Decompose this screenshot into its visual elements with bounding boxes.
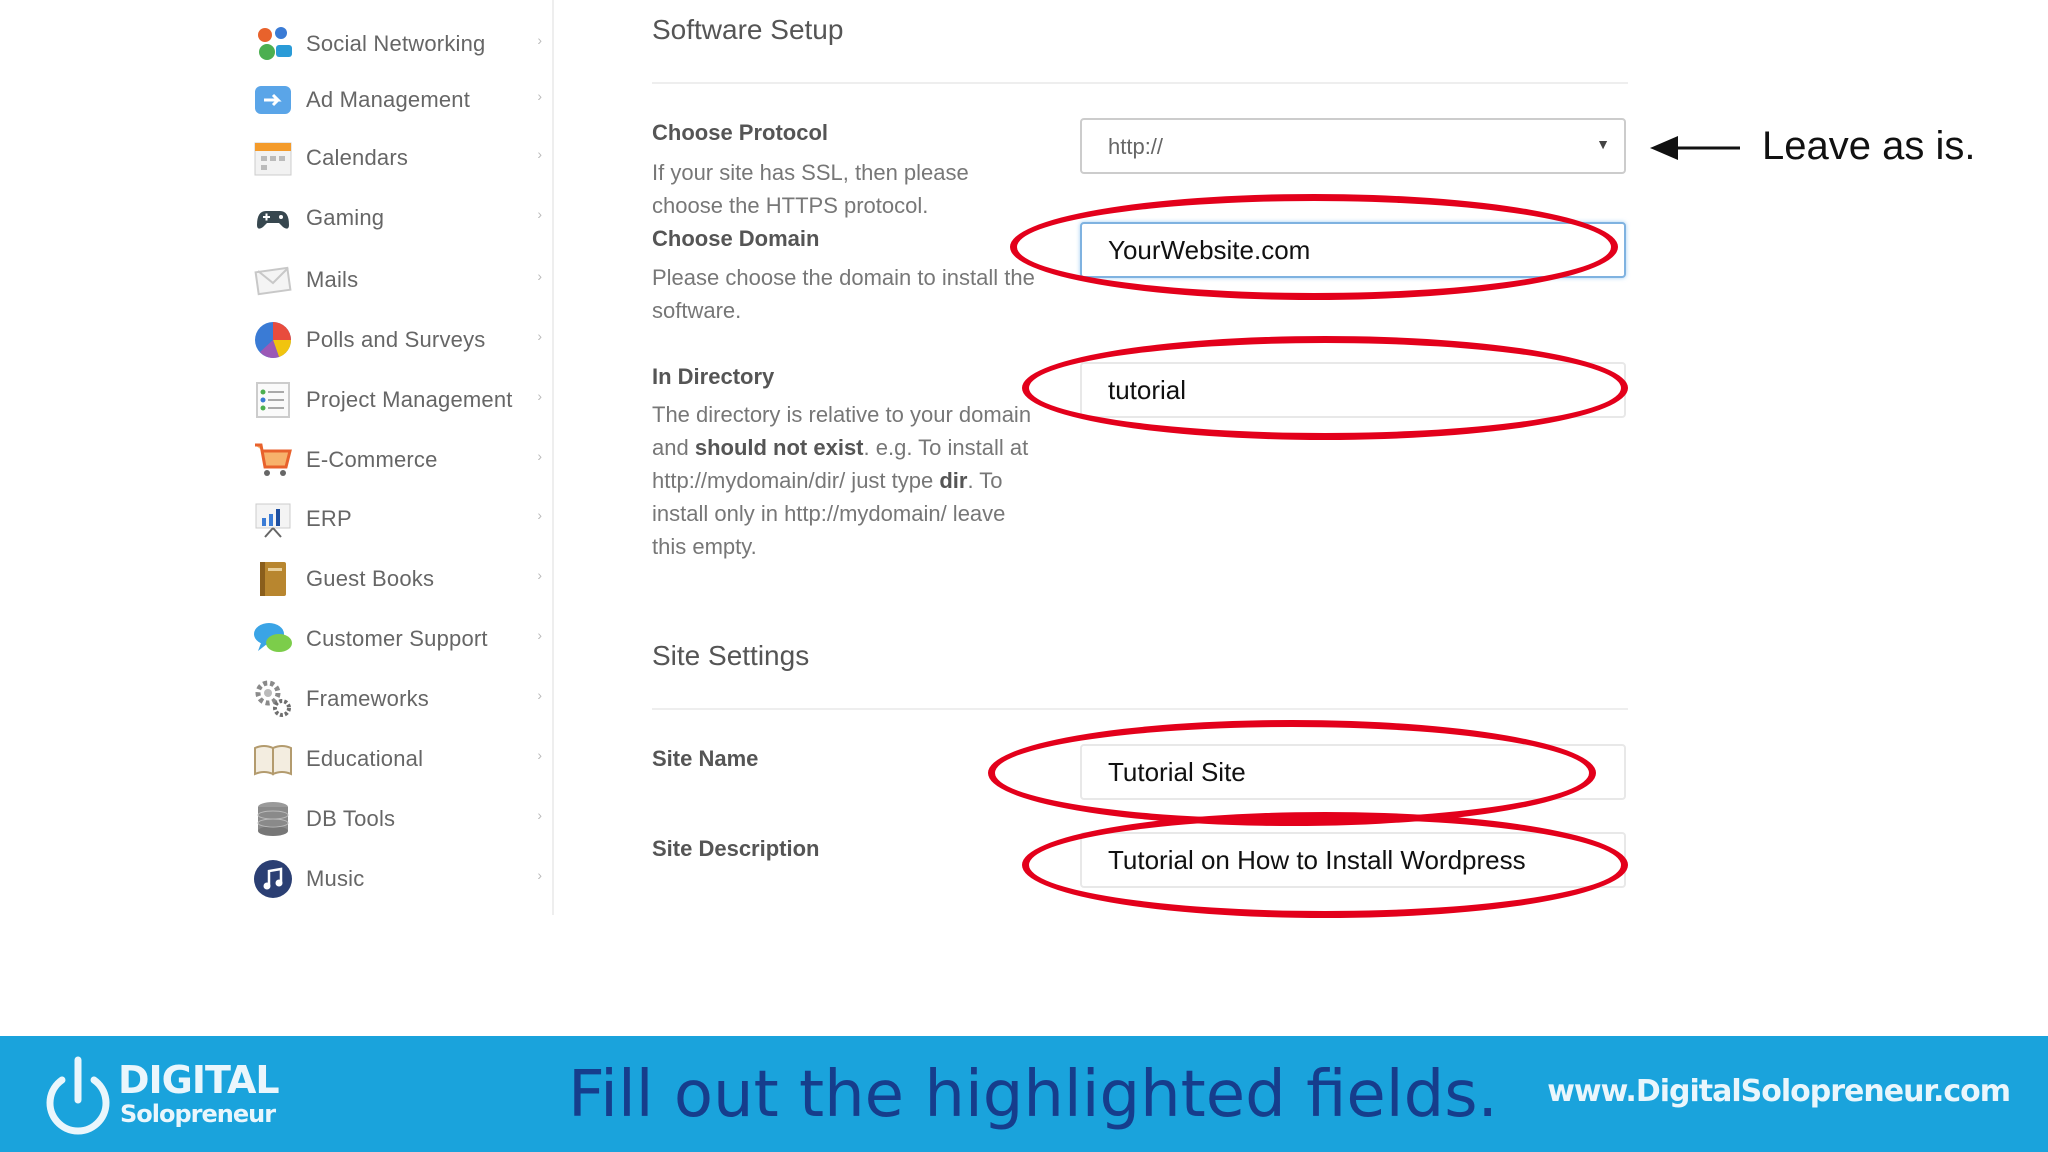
digital-solopreneur-logo: DIGITAL Solopreneur (40, 1050, 280, 1140)
power-icon (46, 1056, 110, 1135)
logo-word-solopreneur: Solopreneur (120, 1100, 276, 1128)
footer-banner: DIGITAL Solopreneur Fill out the highlig… (0, 1036, 2048, 1152)
sidebar-item-label: Ad Management (306, 87, 471, 112)
sidebar-item-label: Customer Support (306, 626, 488, 651)
sidebar-item-polls-and-surveys[interactable]: Polls and Surveys › (252, 314, 542, 366)
social-networking-icon (252, 23, 294, 65)
book-icon (252, 558, 294, 600)
chevron-right-icon: › (537, 627, 542, 643)
sidebar-item-e-commerce[interactable]: E-Commerce › (252, 434, 542, 486)
banner-tagline: Fill out the highlighted fields. (568, 1058, 1498, 1132)
logo-word-digital: DIGITAL (118, 1058, 280, 1102)
choose-domain-help: Please choose the domain to install the … (652, 265, 1035, 323)
sidebar-item-label: Polls and Surveys (306, 327, 486, 352)
in-directory-label: In Directory (652, 364, 775, 389)
sidebar-item-label: Social Networking (306, 31, 486, 56)
open-book-icon (252, 738, 294, 780)
sidebar-item-mails[interactable]: Mails › (252, 254, 542, 306)
site-settings-heading: Site Settings (652, 640, 810, 671)
chevron-right-icon: › (537, 687, 542, 703)
mail-icon (252, 259, 294, 301)
site-description-label: Site Description (652, 836, 820, 861)
site-description-input[interactable] (1080, 832, 1626, 888)
sidebar-item-customer-support[interactable]: Customer Support › (252, 613, 542, 665)
sidebar-item-music[interactable]: Music › (252, 853, 542, 905)
chevron-right-icon: › (537, 567, 542, 583)
pie-chart-icon (252, 319, 294, 361)
protocol-select[interactable]: http:// ▼ (1080, 118, 1626, 174)
left-arrow-icon (1650, 136, 1740, 160)
chevron-right-icon: › (537, 867, 542, 883)
database-icon (252, 798, 294, 840)
sidebar-divider (552, 0, 554, 915)
in-directory-help: The directory is relative to your domain… (652, 402, 1032, 559)
sidebar-item-label: Guest Books (306, 566, 435, 591)
leave-as-is-note: Leave as is. (1762, 124, 1976, 168)
chevron-right-icon: › (537, 807, 542, 823)
music-icon (252, 858, 294, 900)
chevron-right-icon: › (537, 747, 542, 763)
chevron-right-icon: › (537, 88, 542, 104)
sidebar-item-label: DB Tools (306, 806, 396, 831)
sidebar-item-label: Project Management (306, 387, 513, 412)
sidebar-item-label: Gaming (306, 205, 385, 230)
sidebar-item-guest-books[interactable]: Guest Books › (252, 553, 542, 605)
sidebar-item-erp[interactable]: ERP › (252, 493, 542, 545)
choose-domain-label: Choose Domain (652, 226, 820, 251)
website-url: www.DigitalSolopreneur.com (1547, 1074, 2011, 1109)
sidebar-item-label: Music (306, 866, 365, 891)
directory-input[interactable] (1080, 362, 1626, 418)
sidebar-item-educational[interactable]: Educational › (252, 733, 542, 785)
sidebar-item-label: E-Commerce (306, 447, 438, 472)
choose-protocol-label: Choose Protocol (652, 120, 829, 145)
sidebar-item-ad-management[interactable]: Ad Management › (252, 74, 542, 126)
checklist-icon (252, 379, 294, 421)
caret-down-icon: ▼ (1596, 136, 1610, 152)
choose-protocol-help: If your site has SSL, then please choose… (652, 160, 969, 218)
domain-input[interactable] (1080, 222, 1626, 278)
chevron-right-icon: › (537, 146, 542, 162)
ad-management-icon (252, 79, 294, 121)
chat-bubbles-icon (252, 618, 294, 660)
sidebar-item-social-networking[interactable]: Social Networking › (252, 18, 542, 70)
sidebar-item-label: Educational (306, 746, 424, 771)
gears-icon (252, 678, 294, 720)
chevron-right-icon: › (537, 268, 542, 284)
calendar-icon (252, 137, 294, 179)
chevron-right-icon: › (537, 388, 542, 404)
software-setup-heading: Software Setup (652, 14, 844, 45)
chevron-right-icon: › (537, 206, 542, 222)
sidebar-item-db-tools[interactable]: DB Tools › (252, 793, 542, 845)
chevron-right-icon: › (537, 328, 542, 344)
site-name-label: Site Name (652, 746, 759, 771)
gamepad-icon (252, 197, 294, 239)
bar-chart-icon (252, 498, 294, 540)
protocol-select-value: http:// (1108, 134, 1164, 159)
sidebar-item-label: ERP (306, 506, 352, 531)
section-divider (652, 708, 1628, 710)
sidebar-item-calendars[interactable]: Calendars › (252, 132, 542, 184)
sidebar-item-frameworks[interactable]: Frameworks › (252, 673, 542, 725)
chevron-right-icon: › (537, 32, 542, 48)
shopping-cart-icon (252, 439, 294, 481)
section-divider (652, 82, 1628, 84)
sidebar-item-gaming[interactable]: Gaming › (252, 192, 542, 244)
sidebar-item-project-management[interactable]: Project Management › (252, 374, 542, 426)
site-name-input[interactable] (1080, 744, 1626, 800)
category-sidebar: Social Networking › Ad Management › Cale… (232, 0, 554, 915)
chevron-right-icon: › (537, 507, 542, 523)
chevron-right-icon: › (537, 448, 542, 464)
sidebar-item-label: Calendars (306, 145, 409, 170)
sidebar-item-label: Mails (306, 267, 359, 292)
sidebar-item-label: Frameworks (306, 686, 430, 711)
